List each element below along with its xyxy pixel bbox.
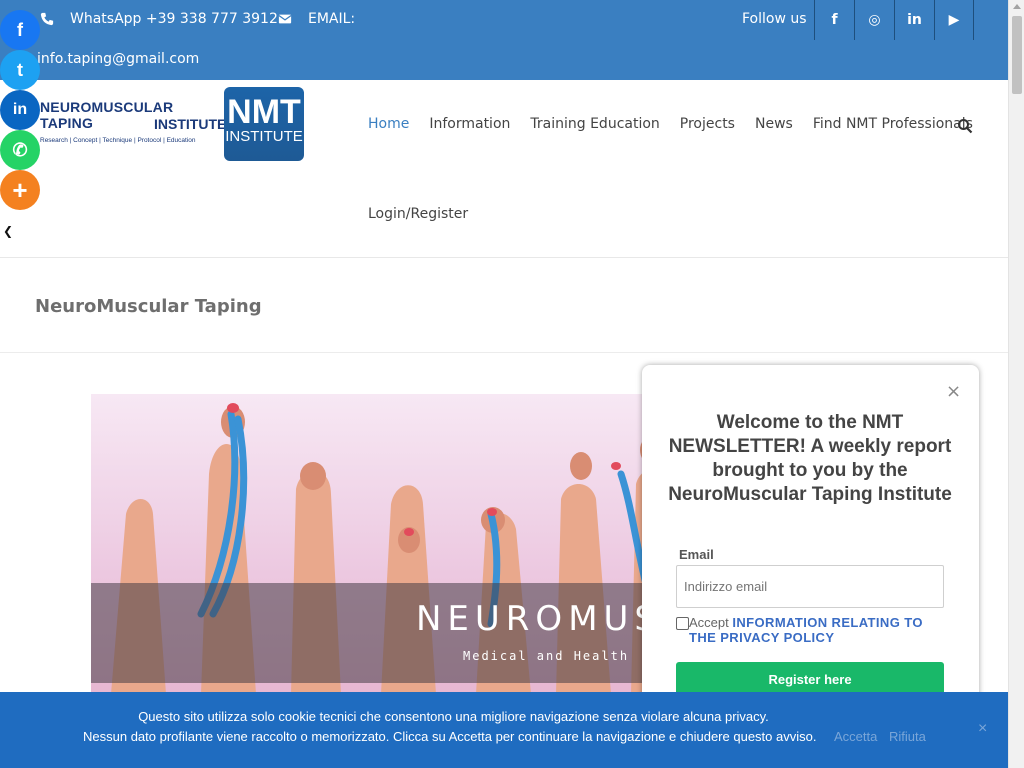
cookie-line-1: Questo sito utilizza solo cookie tecnici… xyxy=(138,709,769,724)
logo-tagline: Research | Concept | Technique | Protoco… xyxy=(40,137,196,144)
share-twitter-icon[interactable]: t xyxy=(0,50,40,90)
page-scrollbar[interactable] xyxy=(1008,0,1024,768)
share-facebook-icon[interactable]: f xyxy=(0,10,40,50)
newsletter-popup: × Welcome to the NMT NEWSLETTER! A weekl… xyxy=(642,365,979,705)
newsletter-email-input[interactable] xyxy=(676,565,944,608)
nav-login-register[interactable]: Login/Register xyxy=(368,206,468,222)
email-contact[interactable]: EMAIL: xyxy=(278,11,355,27)
site-header: NEUROMUSCULAR TAPING INSTITUTE Research … xyxy=(0,80,1008,258)
cookie-line-2: Nessun dato profilante viene raccolto o … xyxy=(83,729,817,744)
hero-image: NEUROMUSCU Medical and Health xyxy=(91,394,691,694)
share-more-icon[interactable]: + xyxy=(0,170,40,210)
logo-badge: NMT INSTITUTE xyxy=(224,87,304,161)
top-bar: WhatsApp +39 338 777 3912 EMAIL: info.ta… xyxy=(0,0,1008,80)
linkedin-icon[interactable]: in xyxy=(894,0,934,40)
nav-training-education[interactable]: Training Education xyxy=(530,116,659,132)
privacy-checkbox[interactable] xyxy=(676,617,689,630)
page-title: NeuroMuscular Taping xyxy=(35,296,262,317)
youtube-icon[interactable]: ▶ xyxy=(934,0,974,40)
cookie-banner: Questo sito utilizza solo cookie tecnici… xyxy=(0,692,1008,768)
cookie-accept-button[interactable]: Accetta xyxy=(834,729,877,744)
privacy-consent-text: Accept INFORMATION RELATING TO THE PRIVA… xyxy=(689,615,944,645)
logo-line-2: INSTITUTE xyxy=(154,116,227,132)
hero-subtitle: Medical and Health xyxy=(463,649,630,663)
nav-find-professionals[interactable]: Find NMT Professionals xyxy=(813,116,973,132)
floating-share-bar: f t in ✆ + ❮ xyxy=(0,10,40,238)
phone-contact[interactable]: WhatsApp +39 338 777 3912 xyxy=(40,11,278,27)
phone-icon xyxy=(40,12,54,26)
page-title-band: NeuroMuscular Taping xyxy=(0,259,1008,353)
nav-information[interactable]: Information xyxy=(429,116,510,132)
instagram-icon[interactable]: ◎ xyxy=(854,0,894,40)
logo-badge-bottom: INSTITUTE xyxy=(225,128,303,145)
main-nav: Home Information Training Education Proj… xyxy=(368,116,993,132)
follow-us-label: Follow us xyxy=(742,11,807,27)
scroll-up-icon[interactable] xyxy=(1013,4,1021,9)
search-icon[interactable] xyxy=(957,118,973,134)
cookie-close-icon[interactable]: × xyxy=(978,720,987,738)
envelope-icon xyxy=(278,14,292,24)
cookie-refuse-button[interactable]: Rifiuta xyxy=(889,729,926,744)
phone-text: WhatsApp +39 338 777 3912 xyxy=(70,11,278,27)
social-links: f ◎ in ▶ xyxy=(814,0,974,40)
site-logo[interactable]: NEUROMUSCULAR TAPING INSTITUTE Research … xyxy=(40,87,304,161)
hide-share-bar-icon[interactable]: ❮ xyxy=(3,224,13,238)
email-address-link[interactable]: info.taping@gmail.com xyxy=(37,51,199,67)
nav-projects[interactable]: Projects xyxy=(680,116,735,132)
share-linkedin-icon[interactable]: in xyxy=(0,90,40,130)
email-field-label: Email xyxy=(679,547,714,562)
popup-close-icon[interactable]: × xyxy=(946,381,961,402)
logo-badge-top: NMT xyxy=(227,93,301,131)
newsletter-heading: Welcome to the NMT NEWSLETTER! A weekly … xyxy=(668,412,952,505)
share-whatsapp-icon[interactable]: ✆ xyxy=(0,130,40,170)
nav-home[interactable]: Home xyxy=(368,116,409,132)
accept-label: Accept xyxy=(689,615,729,630)
scroll-thumb[interactable] xyxy=(1012,16,1022,94)
facebook-icon[interactable]: f xyxy=(814,0,854,40)
nav-news[interactable]: News xyxy=(755,116,793,132)
email-label: EMAIL: xyxy=(308,11,356,27)
